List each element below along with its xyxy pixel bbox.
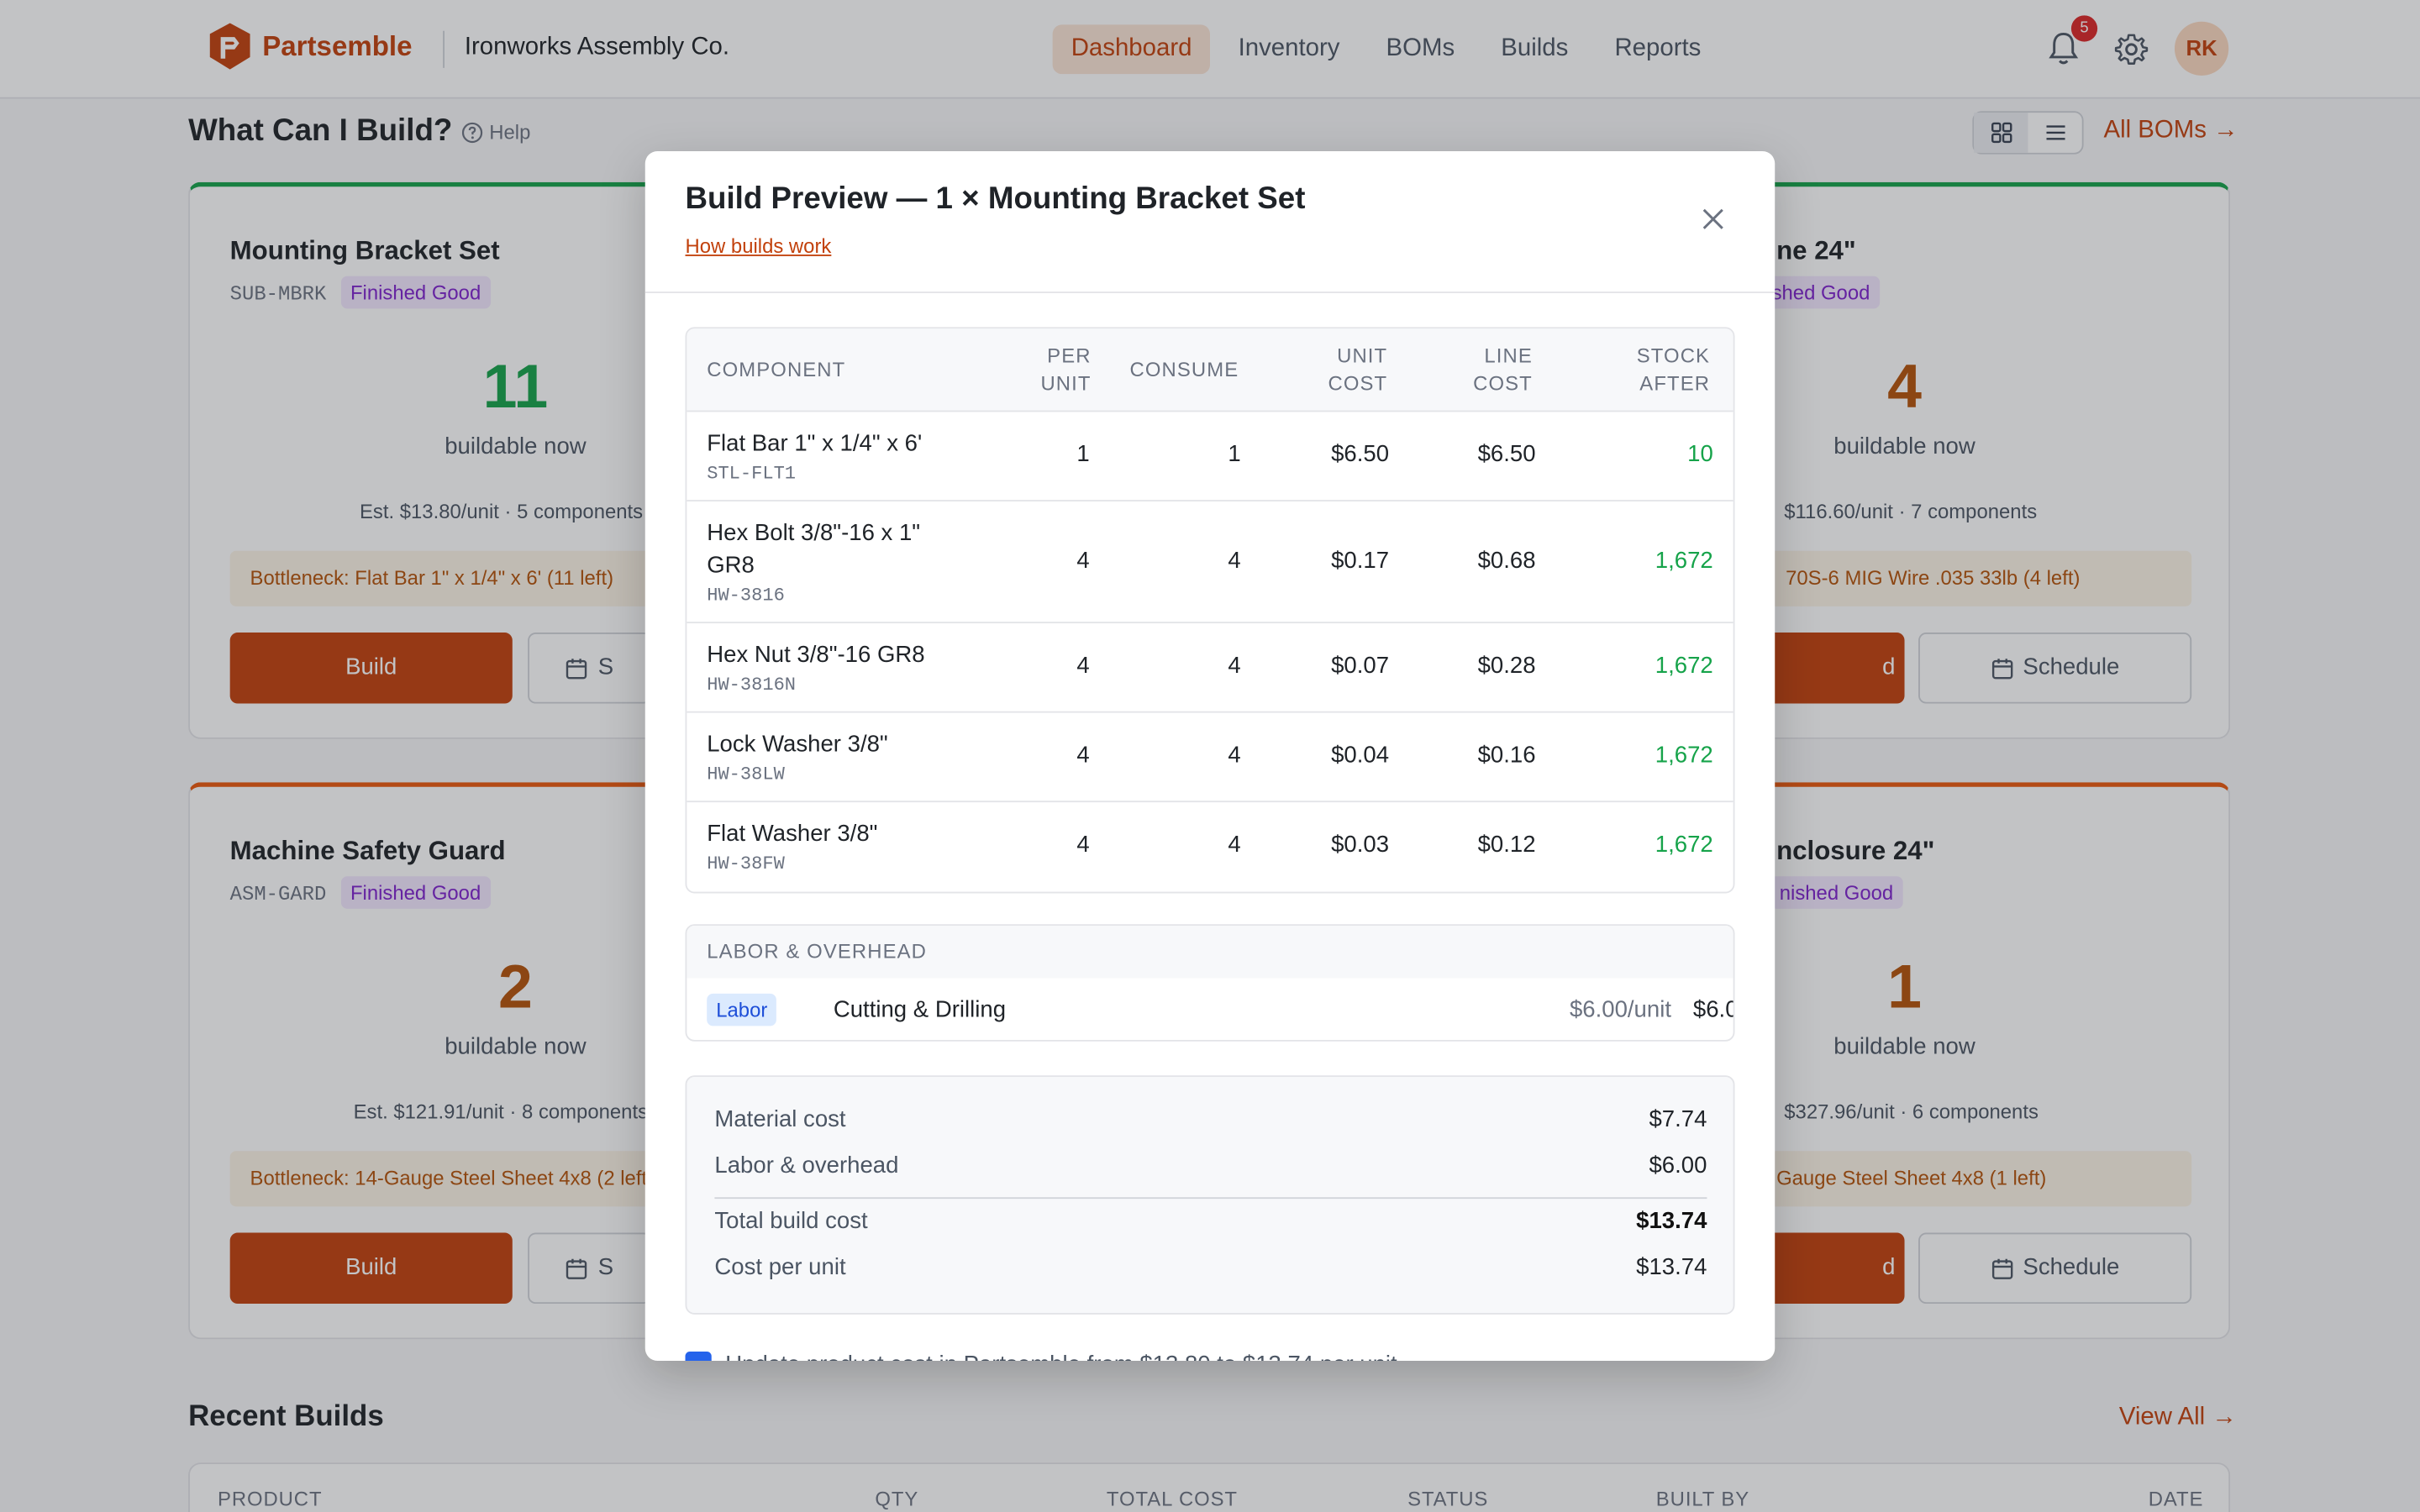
per-unit-value: 4: [1076, 548, 1090, 575]
table-row: Lock Washer 3/8" HW-38LW 4 4 $0.04 $0.16…: [687, 713, 1733, 803]
summary-value: $7.74: [1649, 1105, 1707, 1133]
component-name: Lock Washer 3/8": [707, 731, 888, 758]
per-unit-value: 4: [1076, 742, 1090, 769]
summary-value: $6.00: [1649, 1152, 1707, 1179]
header-line: STOCK: [1636, 344, 1711, 368]
summary-value: $13.74: [1636, 1254, 1707, 1281]
component-name: Hex Nut 3/8"-16 GR8: [707, 642, 925, 669]
modal-title: Build Preview — 1 × Mounting Bracket Set: [685, 181, 1306, 217]
header-line: COST: [1328, 371, 1388, 396]
summary-row: Labor & overhead $6.00: [714, 1152, 1707, 1179]
consume-value: 4: [1228, 742, 1241, 769]
unit-cost-value: $0.04: [1331, 742, 1390, 769]
summary-value: $13.74: [1636, 1208, 1707, 1235]
divider: [714, 1197, 1707, 1200]
table-row: Flat Washer 3/8" HW-38FW 4 4 $0.03 $0.12…: [687, 802, 1733, 892]
update-cost-checkbox[interactable]: [685, 1351, 712, 1361]
summary-row: Material cost $7.74: [714, 1106, 1707, 1132]
header-line: AFTER: [1639, 371, 1711, 396]
component-sku: HW-3816: [707, 585, 785, 606]
unit-cost-value: $0.03: [1331, 831, 1390, 858]
line-cost-value: $0.68: [1477, 548, 1536, 575]
summary-label: Material cost: [714, 1105, 846, 1133]
stock-after-value: 1,672: [1655, 652, 1713, 680]
component-name: Hex Bolt 3/8"-16 x 1" GR8: [707, 519, 921, 579]
header-line: LINE: [1484, 344, 1533, 368]
labor-name: Cutting & Drilling: [833, 996, 1007, 1023]
labor-amount: $6.00: [1692, 996, 1733, 1023]
summary-label: Cost per unit: [714, 1254, 846, 1281]
component-sku: HW-3816N: [707, 674, 797, 696]
column-header: LINE COST: [1470, 343, 1532, 398]
labor-type-badge: Labor: [707, 993, 777, 1026]
column-header: PER UNIT: [1035, 343, 1091, 398]
unit-cost-value: $0.17: [1331, 548, 1390, 575]
components-table: COMPONENT PER UNIT CONSUME UNIT COST LINE C…: [685, 327, 1735, 894]
update-cost-option[interactable]: Update product cost in Partsemble from $…: [685, 1351, 1397, 1361]
table-row: Hex Bolt 3/8"-16 x 1" GR8 HW-3816 4 4 $0…: [687, 501, 1733, 624]
update-cost-label: Update product cost in Partsemble from $…: [725, 1352, 1397, 1361]
header-line: PER: [1047, 344, 1092, 368]
stock-after-value: 1,672: [1655, 831, 1713, 858]
summary-label: Total build cost: [714, 1208, 868, 1235]
per-unit-value: 1: [1076, 441, 1090, 468]
labor-rate: $6.00/unit: [1569, 996, 1671, 1023]
divider: [644, 291, 1776, 293]
stock-after-value: 1,672: [1655, 548, 1713, 575]
summary-row: Cost per unit $13.74: [714, 1254, 1707, 1280]
line-cost-value: $6.50: [1477, 441, 1536, 468]
how-builds-work-link[interactable]: How builds work: [686, 234, 832, 258]
line-cost-value: $0.12: [1477, 831, 1536, 858]
labor-heading: LABOR & OVERHEAD: [687, 926, 1733, 979]
component-sku: HW-38FW: [707, 853, 785, 875]
build-preview-modal: Build Preview — 1 × Mounting Bracket Set…: [644, 150, 1776, 1361]
stock-after-value: 10: [1687, 441, 1713, 468]
consume-value: 4: [1228, 831, 1241, 858]
table-header: COMPONENT PER UNIT CONSUME UNIT COST LINE C…: [687, 328, 1733, 412]
table-row: Flat Bar 1" x 1/4" x 6' STL-FLT1 1 1 $6.…: [687, 412, 1733, 501]
summary-label: Labor & overhead: [714, 1152, 899, 1179]
consume-value: 1: [1228, 441, 1241, 468]
consume-value: 4: [1228, 548, 1241, 575]
consume-value: 4: [1228, 652, 1241, 680]
close-icon[interactable]: [1701, 207, 1725, 231]
component-name: Flat Washer 3/8": [707, 821, 878, 848]
table-row: Hex Nut 3/8"-16 GR8 HW-3816N 4 4 $0.07 $…: [687, 623, 1733, 713]
component-sku: HW-38LW: [707, 764, 785, 785]
component-name: Flat Bar 1" x 1/4" x 6': [707, 430, 923, 457]
column-header: COMPONENT: [707, 358, 846, 381]
cost-summary: Material cost $7.74 Labor & overhead $6.…: [685, 1075, 1735, 1315]
column-header: CONSUME: [1129, 358, 1239, 381]
header-line: UNIT: [1337, 344, 1388, 368]
unit-cost-value: $0.07: [1331, 652, 1390, 680]
summary-row: Total build cost $13.74: [714, 1208, 1707, 1234]
line-cost-value: $0.28: [1477, 652, 1536, 680]
labor-overhead-section: LABOR & OVERHEAD Labor Cutting & Drillin…: [685, 924, 1735, 1042]
header-line: COST: [1473, 371, 1533, 396]
column-header: STOCK AFTER: [1621, 343, 1711, 398]
per-unit-value: 4: [1076, 831, 1090, 858]
line-cost-value: $0.16: [1477, 742, 1536, 769]
stock-after-value: 1,672: [1655, 742, 1713, 769]
unit-cost-value: $6.50: [1331, 441, 1390, 468]
header-line: UNIT: [1040, 371, 1092, 396]
component-sku: STL-FLT1: [707, 463, 797, 485]
column-header: UNIT COST: [1326, 343, 1387, 398]
per-unit-value: 4: [1076, 652, 1090, 680]
